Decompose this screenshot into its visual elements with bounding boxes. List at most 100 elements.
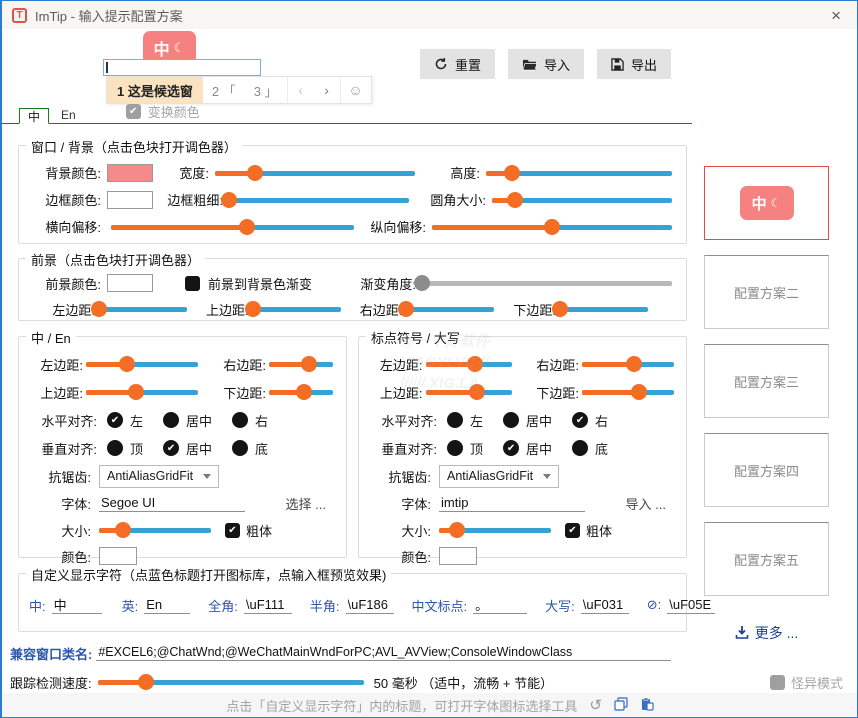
- import-button[interactable]: 导入: [508, 49, 584, 79]
- punct-valign-label: 垂直对齐:: [371, 439, 437, 458]
- fg-left-slider[interactable]: [99, 300, 187, 318]
- zhen-antialias-select[interactable]: AntiAliasGridFit: [99, 465, 219, 488]
- gradient-label: 前景到背景色渐变: [208, 274, 312, 293]
- zhen-font-select-link[interactable]: 选择 ...: [286, 494, 326, 513]
- punct-bottom-slider[interactable]: [582, 383, 674, 401]
- group-foreground-legend: 前景（点击色块打开调色器）: [26, 250, 205, 269]
- height-label: 高度:: [450, 163, 480, 182]
- scheme-active-badge: 中 ☾: [740, 186, 794, 220]
- preview-input[interactable]: [103, 59, 261, 76]
- fg-bottom-slider[interactable]: [560, 300, 648, 318]
- candidate-prev-icon: ‹: [288, 82, 314, 98]
- char-fullwidth-input[interactable]: [244, 597, 292, 614]
- fg-right-slider[interactable]: [406, 300, 494, 318]
- weird-mode-checkbox[interactable]: [770, 675, 785, 690]
- char-caps-input[interactable]: [581, 597, 629, 614]
- v-offset-slider[interactable]: [432, 218, 672, 236]
- zhen-bold-checkbox[interactable]: [225, 523, 240, 538]
- zhen-left-slider[interactable]: [86, 355, 198, 373]
- punct-bold-checkbox[interactable]: [565, 523, 580, 538]
- h-offset-slider[interactable]: [111, 218, 354, 236]
- punct-valign-top[interactable]: 顶: [447, 439, 483, 458]
- text-caret: [106, 62, 108, 73]
- punct-valign-bottom[interactable]: 底: [572, 439, 608, 458]
- paste-icon[interactable]: [640, 697, 654, 714]
- weird-mode-label: 怪异模式: [791, 673, 843, 692]
- zhen-halign-center[interactable]: 居中: [163, 411, 212, 430]
- scheme-card-2[interactable]: 配置方案二: [704, 255, 829, 329]
- radius-label: 圆角大小:: [430, 190, 486, 209]
- width-slider[interactable]: [215, 164, 415, 182]
- gradient-checkbox[interactable]: [185, 276, 200, 291]
- punct-top-slider[interactable]: [426, 383, 512, 401]
- export-button[interactable]: 导出: [597, 49, 671, 79]
- height-slider[interactable]: [486, 164, 672, 182]
- punct-halign-right[interactable]: 右: [572, 411, 608, 430]
- undo-icon[interactable]: ↺: [589, 696, 602, 714]
- close-button[interactable]: ×: [825, 7, 847, 24]
- zhen-valign-center[interactable]: 居中: [163, 439, 212, 458]
- zhen-right-slider[interactable]: [269, 355, 333, 373]
- zhen-bold-label: 粗体: [246, 521, 272, 540]
- punct-font-input[interactable]: [439, 495, 585, 512]
- zhen-font-input[interactable]: [99, 495, 245, 512]
- punct-valign-center[interactable]: 居中: [503, 439, 552, 458]
- compat-classes-input[interactable]: [96, 645, 671, 661]
- angle-slider[interactable]: [422, 274, 672, 292]
- border-color-swatch[interactable]: [107, 191, 153, 209]
- punct-left-slider[interactable]: [426, 355, 512, 373]
- punct-color-label: 颜色:: [371, 547, 431, 566]
- reset-button[interactable]: 重置: [420, 49, 495, 79]
- zhen-bottom-slider[interactable]: [269, 383, 333, 401]
- border-width-slider[interactable]: [229, 191, 409, 209]
- moon-icon: ☾: [174, 40, 186, 56]
- zhen-halign-right[interactable]: 右: [232, 411, 268, 430]
- char-fullwidth-label[interactable]: 全角:: [208, 596, 238, 615]
- char-cn-punct-input[interactable]: [473, 597, 527, 614]
- change-color-label: 变换颜色: [148, 102, 200, 121]
- group-foreground: 前景（点击色块打开调色器） 前景颜色: 前景到背景色渐变 渐变角度: 左边距: …: [18, 258, 687, 321]
- char-caps-label[interactable]: 大写:: [545, 596, 575, 615]
- zhen-halign-left[interactable]: 左: [107, 411, 143, 430]
- change-color-checkbox[interactable]: [126, 104, 141, 119]
- bg-color-label: 背景颜色:: [33, 163, 101, 182]
- zhen-valign-bottom[interactable]: 底: [232, 439, 268, 458]
- punct-color-swatch[interactable]: [439, 547, 477, 565]
- scheme-card-3[interactable]: 配置方案三: [704, 344, 829, 418]
- scheme-card-5[interactable]: 配置方案五: [704, 522, 829, 596]
- copy-icon[interactable]: [614, 697, 628, 714]
- punct-halign-label: 水平对齐:: [371, 411, 437, 430]
- fg-color-swatch[interactable]: [107, 274, 153, 292]
- tab-zh[interactable]: 中: [19, 108, 49, 124]
- zhen-color-swatch[interactable]: [99, 547, 137, 565]
- scheme-card-active[interactable]: 中 ☾: [704, 166, 829, 240]
- tab-en[interactable]: En: [53, 107, 84, 123]
- char-zh-label[interactable]: 中:: [29, 596, 46, 615]
- group-zh-en-legend: 中 / En: [26, 328, 76, 347]
- zhen-top-slider[interactable]: [86, 383, 198, 401]
- char-halfwidth-label[interactable]: 半角:: [310, 596, 340, 615]
- more-schemes-link[interactable]: 更多 ...: [704, 623, 829, 643]
- compat-classes-label[interactable]: 兼容窗口类名:: [10, 644, 92, 663]
- bg-color-swatch[interactable]: [107, 164, 153, 182]
- char-en-label[interactable]: 英:: [122, 596, 139, 615]
- scheme-card-4[interactable]: 配置方案四: [704, 433, 829, 507]
- reset-button-label: 重置: [455, 55, 481, 74]
- char-disabled-label[interactable]: ⊘:: [647, 597, 662, 613]
- punct-top-label: 上边距:: [371, 383, 423, 402]
- punct-halign-center[interactable]: 居中: [503, 411, 552, 430]
- punct-right-slider[interactable]: [582, 355, 674, 373]
- char-zh-input[interactable]: [52, 597, 102, 614]
- punct-size-slider[interactable]: [439, 521, 551, 539]
- zhen-size-slider[interactable]: [99, 521, 211, 539]
- tracking-speed-slider[interactable]: [98, 673, 364, 691]
- char-cn-punct-label[interactable]: 中文标点:: [412, 596, 468, 615]
- zhen-valign-top[interactable]: 顶: [107, 439, 143, 458]
- char-en-input[interactable]: [144, 597, 190, 614]
- radius-slider[interactable]: [492, 191, 672, 209]
- char-halfwidth-input[interactable]: [346, 597, 394, 614]
- punct-font-import-link[interactable]: 导入 ...: [626, 494, 666, 513]
- punct-antialias-select[interactable]: AntiAliasGridFit: [439, 465, 559, 488]
- punct-halign-left[interactable]: 左: [447, 411, 483, 430]
- fg-top-slider[interactable]: [253, 300, 341, 318]
